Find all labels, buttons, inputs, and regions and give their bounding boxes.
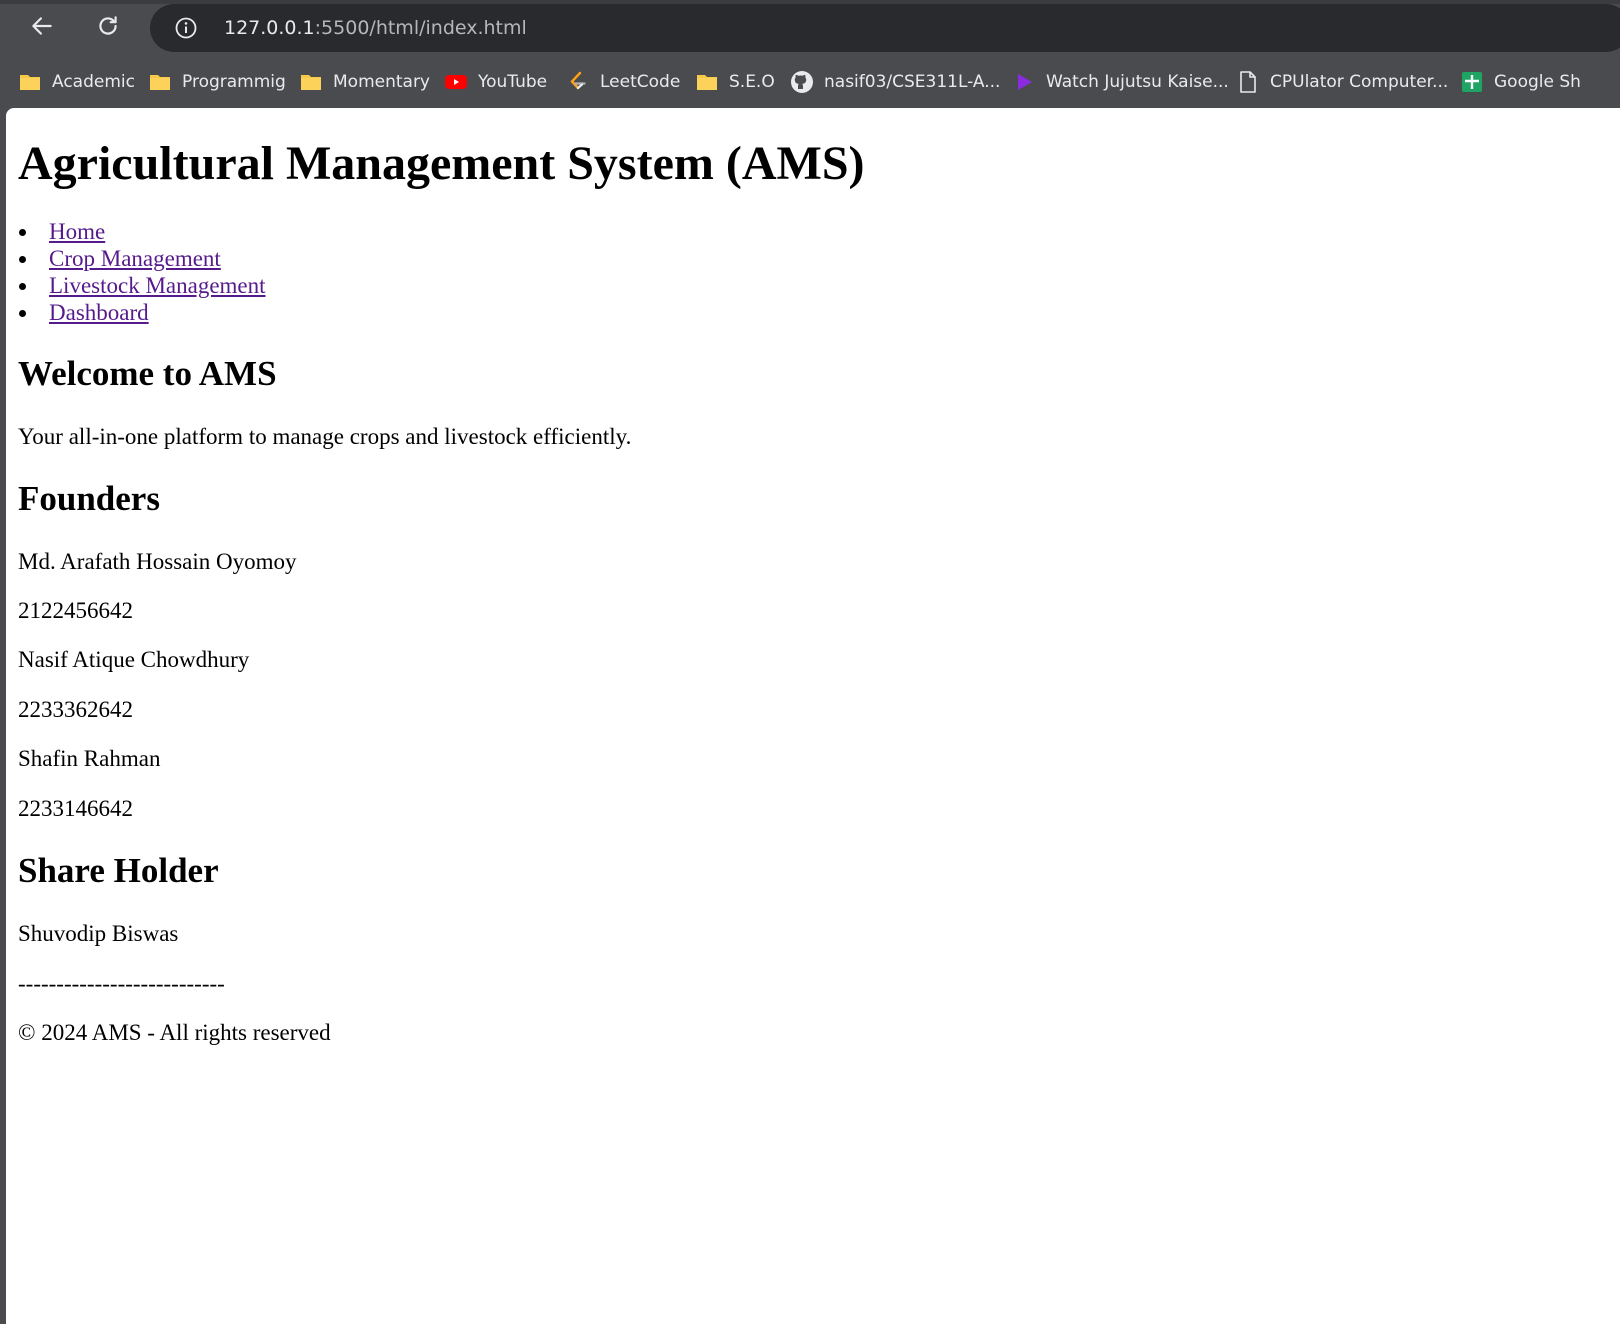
google-sheets-icon [1460, 70, 1484, 94]
leetcode-icon [566, 70, 590, 94]
bookmark-google-sheets[interactable]: Google Sh [1460, 68, 1581, 96]
welcome-text: Your all-in-one platform to manage crops… [18, 424, 632, 449]
bookmark-programmig[interactable]: Programmig [148, 68, 286, 96]
github-icon [790, 70, 814, 94]
bookmark-youtube[interactable]: YouTube [444, 68, 547, 96]
play-icon [1012, 70, 1036, 94]
share-holder-heading: Share Holder [18, 851, 219, 890]
site-nav: Home Crop Management Livestock Managemen… [18, 218, 266, 326]
bookmark-label: Google Sh [1494, 72, 1581, 92]
share-holder-name: Shuvodip Biswas [18, 921, 179, 946]
founder-id: 2122456642 [18, 598, 133, 623]
founder-id: 2233362642 [18, 697, 133, 722]
nav-link-dashboard[interactable]: Dashboard [49, 300, 149, 325]
folder-icon [18, 70, 42, 94]
footer-copyright: © 2024 AMS - All rights reserved [18, 1020, 331, 1045]
bookmark-label: Academic [52, 72, 135, 92]
folder-icon [299, 70, 323, 94]
back-button[interactable] [24, 10, 60, 46]
founder-name: Md. Arafath Hossain Oyomoy [18, 549, 297, 574]
reload-button[interactable] [90, 10, 126, 46]
address-bar[interactable]: 127.0.0.1:5500/html/index.html [150, 4, 1620, 52]
bookmark-momentary[interactable]: Momentary [299, 68, 430, 96]
founder-name: Nasif Atique Chowdhury [18, 647, 250, 672]
url-path: :5500/html/index.html [314, 17, 527, 39]
bookmark-seo[interactable]: S.E.O [695, 68, 775, 96]
bookmark-label: Momentary [333, 72, 430, 92]
bookmark-label: S.E.O [729, 72, 775, 92]
arrow-left-icon [29, 13, 55, 44]
bookmark-label: LeetCode [600, 72, 681, 92]
nav-item-dashboard: Dashboard [18, 299, 266, 326]
browser-toolbar: 127.0.0.1:5500/html/index.html [0, 0, 1620, 56]
bookmark-github[interactable]: nasif03/CSE311L-A... [790, 68, 1000, 96]
info-icon[interactable] [174, 16, 198, 40]
bookmark-leetcode[interactable]: LeetCode [566, 68, 680, 96]
nav-item-home: Home [18, 218, 266, 245]
folder-icon [695, 70, 719, 94]
url-host: 127.0.0.1 [224, 17, 315, 39]
welcome-heading: Welcome to AMS [18, 354, 277, 393]
bookmark-label: nasif03/CSE311L-A... [824, 72, 1001, 92]
nav-item-livestock-management: Livestock Management [18, 272, 266, 299]
bookmark-label: YouTube [478, 72, 548, 92]
bookmark-label: Programmig [182, 72, 286, 92]
folder-icon [148, 70, 172, 94]
founder-id: 2233146642 [18, 796, 133, 821]
url-text[interactable]: 127.0.0.1:5500/html/index.html [224, 17, 527, 39]
founder-name: Shafin Rahman [18, 746, 161, 771]
reload-icon [95, 13, 121, 44]
bookmark-jujutsu[interactable]: Watch Jujutsu Kaise... [1012, 68, 1229, 96]
page-viewport: Agricultural Management System (AMS) Hom… [6, 108, 1620, 1324]
nav-link-livestock-management[interactable]: Livestock Management [49, 273, 266, 298]
nav-link-home[interactable]: Home [49, 219, 105, 244]
bookmarks-bar: Academic Programmig Momentary YouTube Le… [0, 56, 1620, 108]
bookmark-label: CPUlator Computer... [1270, 72, 1449, 92]
bookmark-academic[interactable]: Academic [18, 68, 135, 96]
bookmark-label: Watch Jujutsu Kaise... [1046, 72, 1229, 92]
footer-divider: --------------------------- [18, 971, 225, 996]
founders-heading: Founders [18, 479, 160, 518]
bookmark-cpulator[interactable]: CPUlator Computer... [1236, 68, 1448, 96]
youtube-icon [444, 70, 468, 94]
nav-link-crop-management[interactable]: Crop Management [49, 246, 221, 271]
page-title: Agricultural Management System (AMS) [18, 137, 865, 190]
nav-item-crop-management: Crop Management [18, 245, 266, 272]
document-icon [1236, 70, 1260, 94]
